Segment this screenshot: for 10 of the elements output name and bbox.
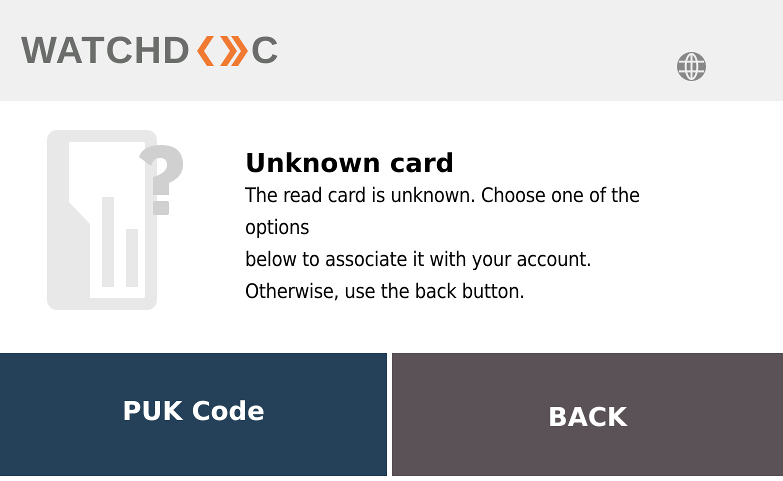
dialog-title: Unknown card [245, 149, 456, 179]
message-text: The read card is unknown. Choose one of the [245, 182, 640, 209]
message-text: options [245, 214, 310, 241]
message-text: below to associate it with your account. [245, 246, 592, 273]
back-button[interactable]: BACK [392, 353, 783, 476]
logo-text: WATCHD [21, 32, 191, 70]
globe-icon[interactable] [676, 51, 707, 82]
logo-text: C [250, 32, 280, 70]
message-text: Otherwise, use the back button. [245, 278, 526, 305]
puk-code-button[interactable]: PUK Code [0, 353, 387, 476]
